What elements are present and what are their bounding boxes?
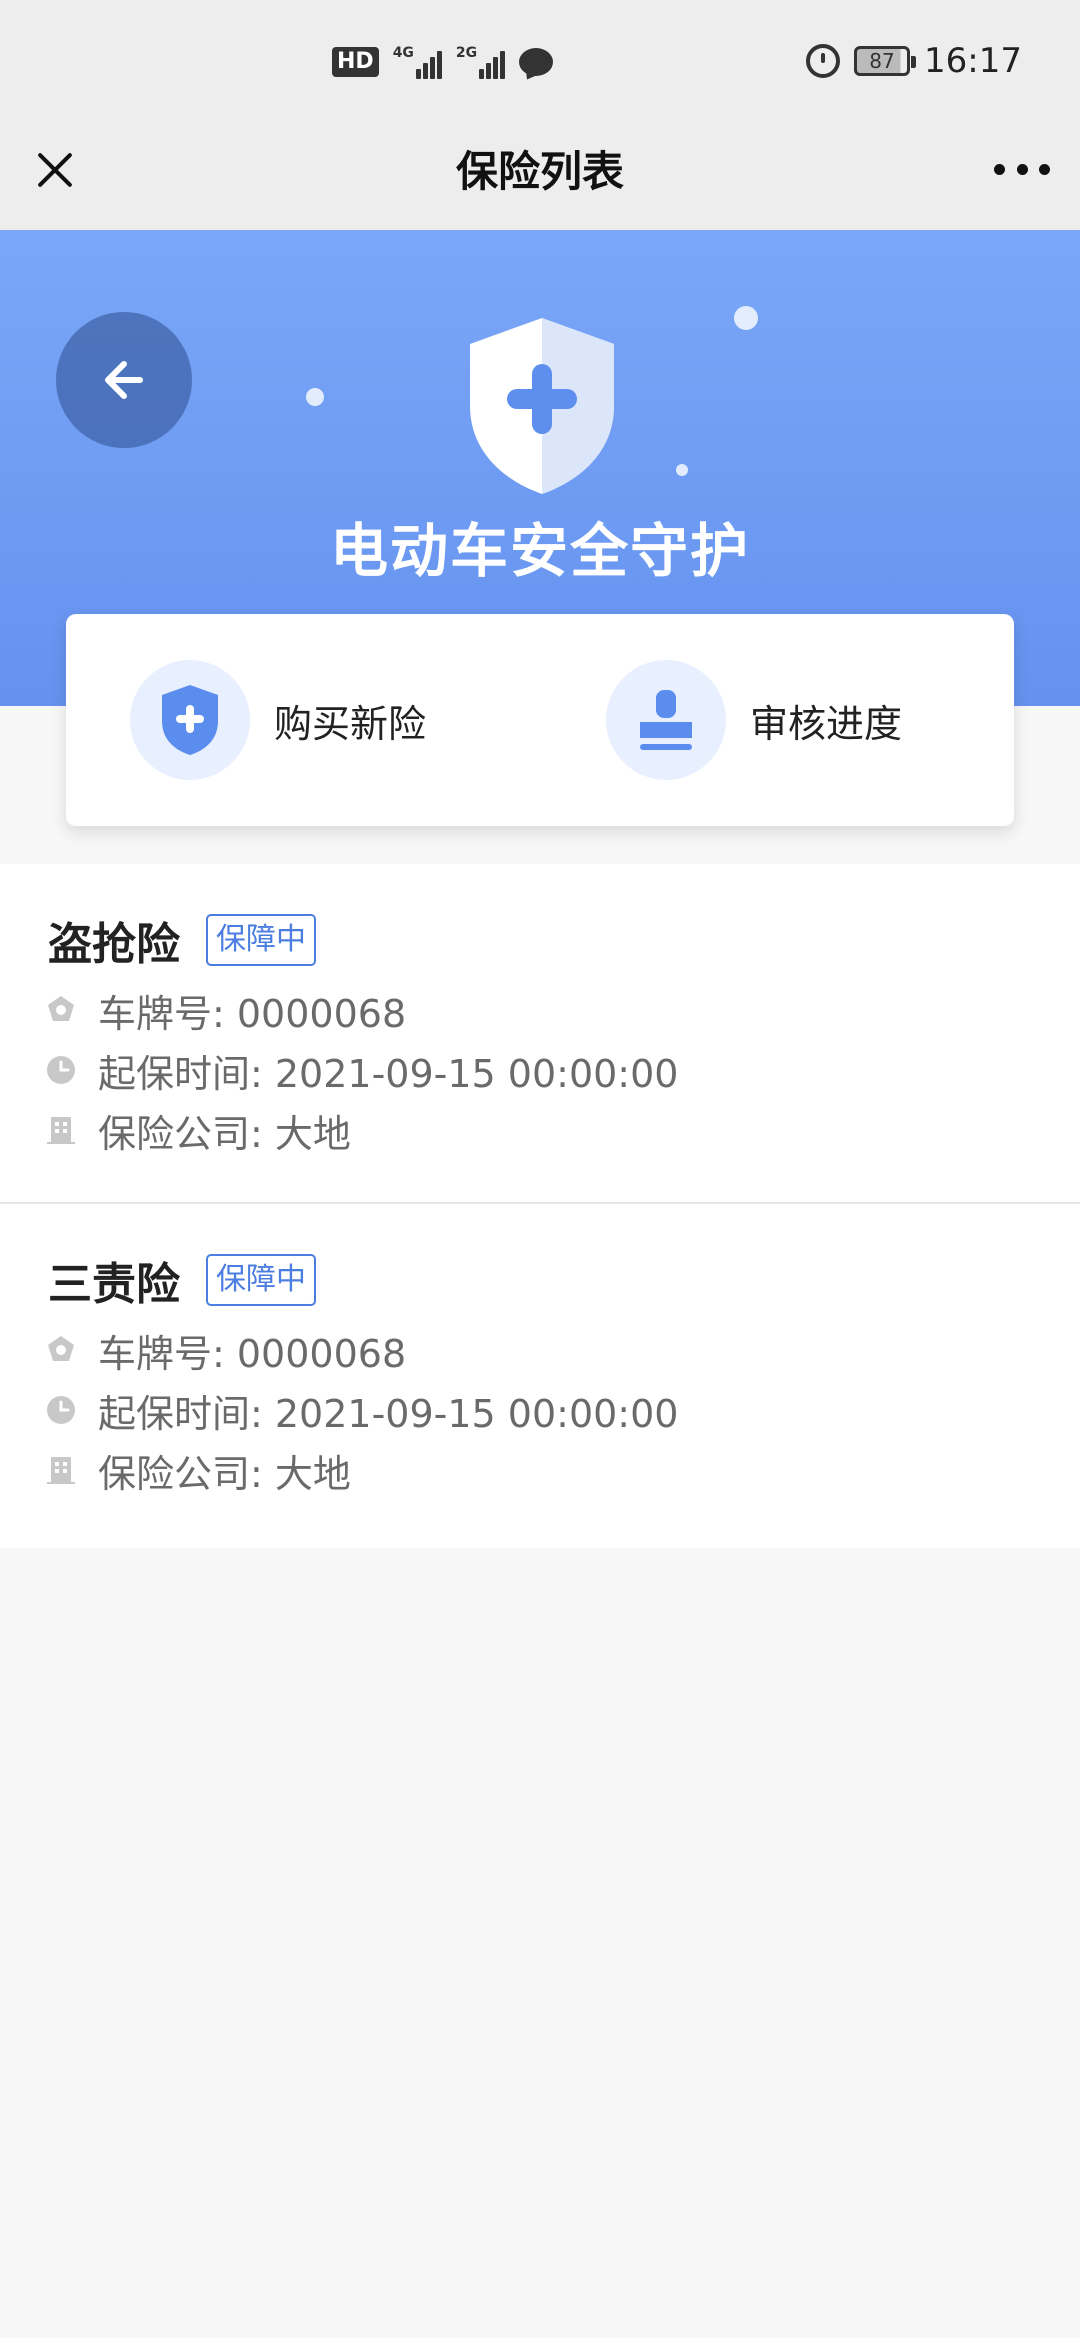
status-right: 87 16:17 [806,36,1022,86]
company-text: 保险公司: 大地 [98,1111,351,1156]
policy-card[interactable]: 三责险 保障中 车牌号: 0000068 起保时间: 2021-09-15 00… [0,1204,1080,1548]
policy-header: 三责险 保障中 [48,1250,316,1310]
policy-list: 盗抢险 保障中 车牌号: 0000068 起保时间: 2021-09-15 00… [0,864,1080,1548]
building-icon [44,1113,78,1147]
plate-row: 车牌号: 0000068 [44,984,406,1036]
start-time-text: 起保时间: 2021-09-15 00:00:00 [98,1391,679,1436]
start-time-row: 起保时间: 2021-09-15 00:00:00 [44,1044,678,1096]
review-progress-label: 审核进度 [750,701,903,746]
buy-icon-circle [130,660,250,780]
shield-plus-icon [162,685,218,755]
company-row: 保险公司: 大地 [44,1444,351,1496]
nav-bar: 保险列表 [0,120,1080,230]
hd-badge: HD [332,47,379,77]
plate-row: 车牌号: 0000068 [44,1324,406,1376]
start-time-text: 起保时间: 2021-09-15 00:00:00 [98,1051,679,1096]
decor-dot [734,306,758,330]
status-badge: 保障中 [206,1254,316,1306]
status-badge: 保障中 [206,914,316,966]
policy-name: 三责险 [48,1259,180,1310]
banner-title: 电动车安全守护 [329,517,750,585]
signal-label-4g: 4G [392,45,414,61]
company-row: 保险公司: 大地 [44,1104,351,1156]
chat-icon [519,48,554,76]
review-icon-circle [606,660,726,780]
shield-plus-icon [462,314,622,498]
clock-icon [44,1053,78,1087]
status-icons: HD 4G 2G [332,40,554,84]
signal-label-2g: 2G [455,45,478,61]
decor-dot [676,464,688,476]
clock: 16:17 [924,41,1022,81]
page-title: 保险列表 [455,147,624,196]
buy-insurance-button[interactable]: 购买新险 [130,660,426,780]
arrow-left-icon [105,361,143,399]
battery-level: 87 [869,49,895,73]
buy-insurance-label: 购买新险 [274,701,427,746]
policy-header: 盗抢险 保障中 [48,910,316,970]
clock-icon [44,1393,78,1427]
back-button[interactable] [56,312,192,448]
alarm-icon [806,44,841,78]
policy-card[interactable]: 盗抢险 保障中 车牌号: 0000068 起保时间: 2021-09-15 00… [0,864,1080,1204]
badge-icon [44,993,78,1027]
status-bar: HD 4G 2G 87 16:17 [0,0,1080,120]
plate-text: 车牌号: 0000068 [98,1331,407,1376]
start-time-row: 起保时间: 2021-09-15 00:00:00 [44,1384,678,1436]
decor-dot [306,388,324,406]
more-icon[interactable] [994,162,1050,176]
badge-icon [44,1333,78,1367]
action-card: 购买新险 审核进度 [66,614,1014,826]
stamp-icon [640,690,692,750]
battery-icon: 87 [854,46,917,76]
signal-icon-2g: 2G [455,45,506,79]
review-progress-button[interactable]: 审核进度 [606,660,902,780]
plate-text: 车牌号: 0000068 [98,991,407,1036]
policy-name: 盗抢险 [48,919,180,970]
building-icon [44,1453,78,1487]
signal-icon-4g: 4G [393,45,442,79]
company-text: 保险公司: 大地 [98,1451,351,1496]
